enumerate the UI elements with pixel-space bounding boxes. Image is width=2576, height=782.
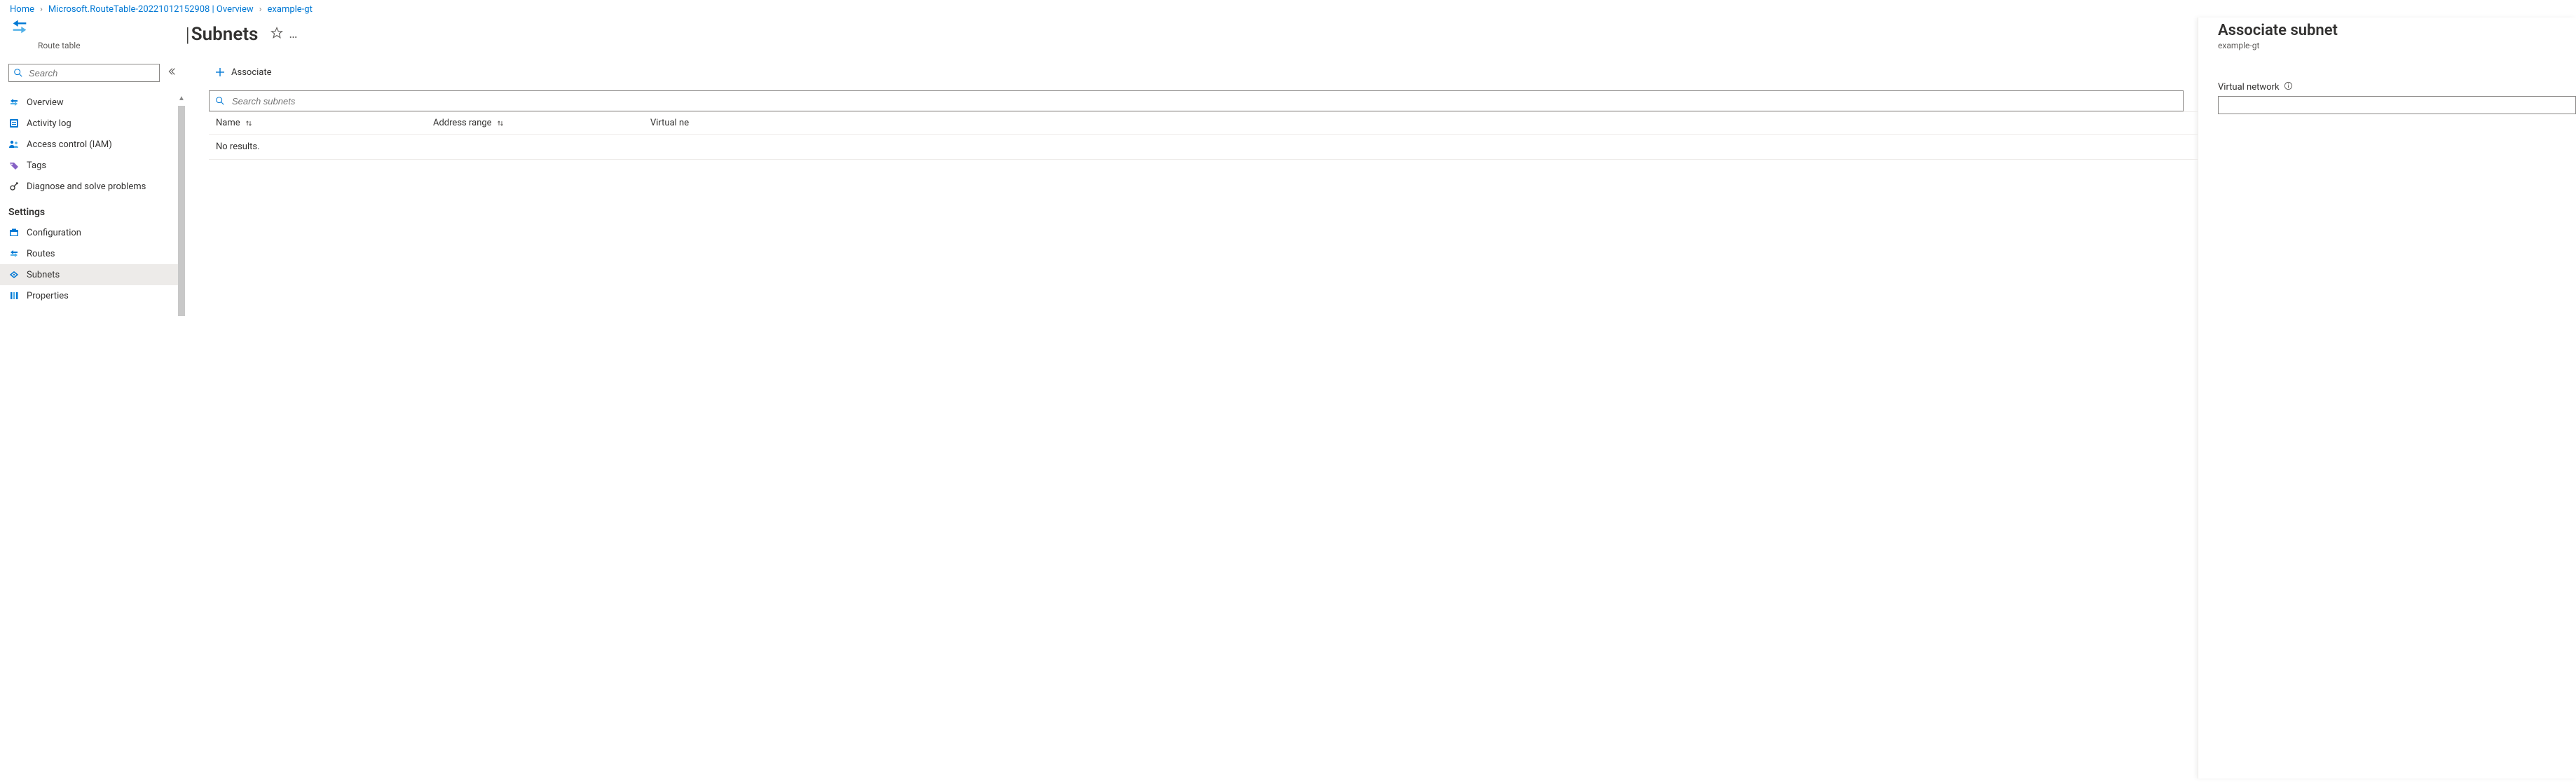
sidebar-item-label: Access control (IAM) <box>27 139 112 150</box>
sort-icon <box>496 119 505 128</box>
sidebar-item-properties[interactable]: Properties <box>0 285 181 306</box>
overview-icon <box>8 97 20 108</box>
subnets-search-input[interactable] <box>231 95 2177 107</box>
configuration-icon <box>8 227 20 238</box>
toolbar: Associate <box>209 61 2198 90</box>
grid-empty-row: No results. <box>209 135 2198 160</box>
diagnose-icon <box>8 181 20 192</box>
sidebar-item-diagnose[interactable]: Diagnose and solve problems <box>0 176 181 197</box>
search-icon <box>215 96 225 106</box>
sidebar-item-label: Subnets <box>27 270 60 280</box>
sidebar-item-label: Properties <box>27 291 69 301</box>
column-vnet-label: Virtual ne <box>650 118 689 128</box>
plus-icon <box>214 67 226 78</box>
properties-icon <box>8 290 20 301</box>
sidebar-item-routes[interactable]: Routes <box>0 243 181 264</box>
sidebar-item-activity-log[interactable]: Activity log <box>0 113 181 134</box>
sidebar-item-tags[interactable]: Tags <box>0 155 181 176</box>
breadcrumb-current: example-gt <box>268 4 313 15</box>
subnets-grid: Name Address range Virtual ne No results… <box>209 111 2198 160</box>
grid-empty-text: No results. <box>216 142 260 152</box>
sidebar-search-input[interactable] <box>27 67 155 79</box>
sidebar: ▲ Overview Activity log Access control (… <box>0 18 181 778</box>
sidebar-search[interactable] <box>8 64 160 82</box>
vnet-field-label-text: Virtual network <box>2218 82 2280 92</box>
sidebar-item-label: Diagnose and solve problems <box>27 181 146 192</box>
flyout-subtitle: example-gt <box>2218 41 2576 50</box>
chevron-right-icon: › <box>259 4 262 15</box>
sidebar-section-settings: Settings <box>0 197 181 222</box>
sidebar-item-overview[interactable]: Overview <box>0 92 181 113</box>
sidebar-item-subnets[interactable]: Subnets <box>0 264 181 285</box>
column-address-range[interactable]: Address range <box>433 118 650 128</box>
sidebar-item-label: Configuration <box>27 228 81 238</box>
breadcrumb-level1[interactable]: Microsoft.RouteTable-20221012152908 | Ov… <box>48 4 254 15</box>
subnets-search[interactable] <box>209 90 2184 111</box>
column-virtual-network[interactable]: Virtual ne <box>650 118 2191 128</box>
associate-subnet-panel: Associate subnet example-gt Virtual netw… <box>2198 18 2576 778</box>
sidebar-item-configuration[interactable]: Configuration <box>0 222 181 243</box>
chevron-right-icon: › <box>40 4 43 15</box>
info-icon[interactable] <box>2284 81 2293 93</box>
main-content: Associate Name Address range Virtual ne <box>181 18 2198 778</box>
vnet-field-label: Virtual network <box>2218 81 2576 93</box>
tags-icon <box>8 160 20 171</box>
iam-icon <box>8 139 20 150</box>
column-name-label: Name <box>216 118 240 128</box>
flyout-title: Associate subnet <box>2218 22 2576 39</box>
column-address-label: Address range <box>433 118 492 128</box>
search-icon <box>13 68 23 78</box>
breadcrumb-home[interactable]: Home <box>10 4 34 15</box>
subnets-icon <box>8 269 20 280</box>
sidebar-item-label: Tags <box>27 160 46 171</box>
routes-icon <box>8 248 20 259</box>
activity-log-icon <box>8 118 20 129</box>
column-name[interactable]: Name <box>216 118 433 128</box>
sidebar-item-label: Overview <box>27 97 64 108</box>
sidebar-item-label: Routes <box>27 249 55 259</box>
grid-header: Name Address range Virtual ne <box>209 112 2198 135</box>
breadcrumb: Home › Microsoft.RouteTable-202210121529… <box>0 0 2576 18</box>
sidebar-item-label: Activity log <box>27 118 71 129</box>
collapse-sidebar-icon[interactable] <box>167 67 177 79</box>
associate-button-label: Associate <box>231 67 272 78</box>
sidebar-item-iam[interactable]: Access control (IAM) <box>0 134 181 155</box>
vnet-dropdown[interactable] <box>2218 96 2576 114</box>
sort-icon <box>245 119 253 128</box>
associate-button[interactable]: Associate <box>209 64 278 81</box>
